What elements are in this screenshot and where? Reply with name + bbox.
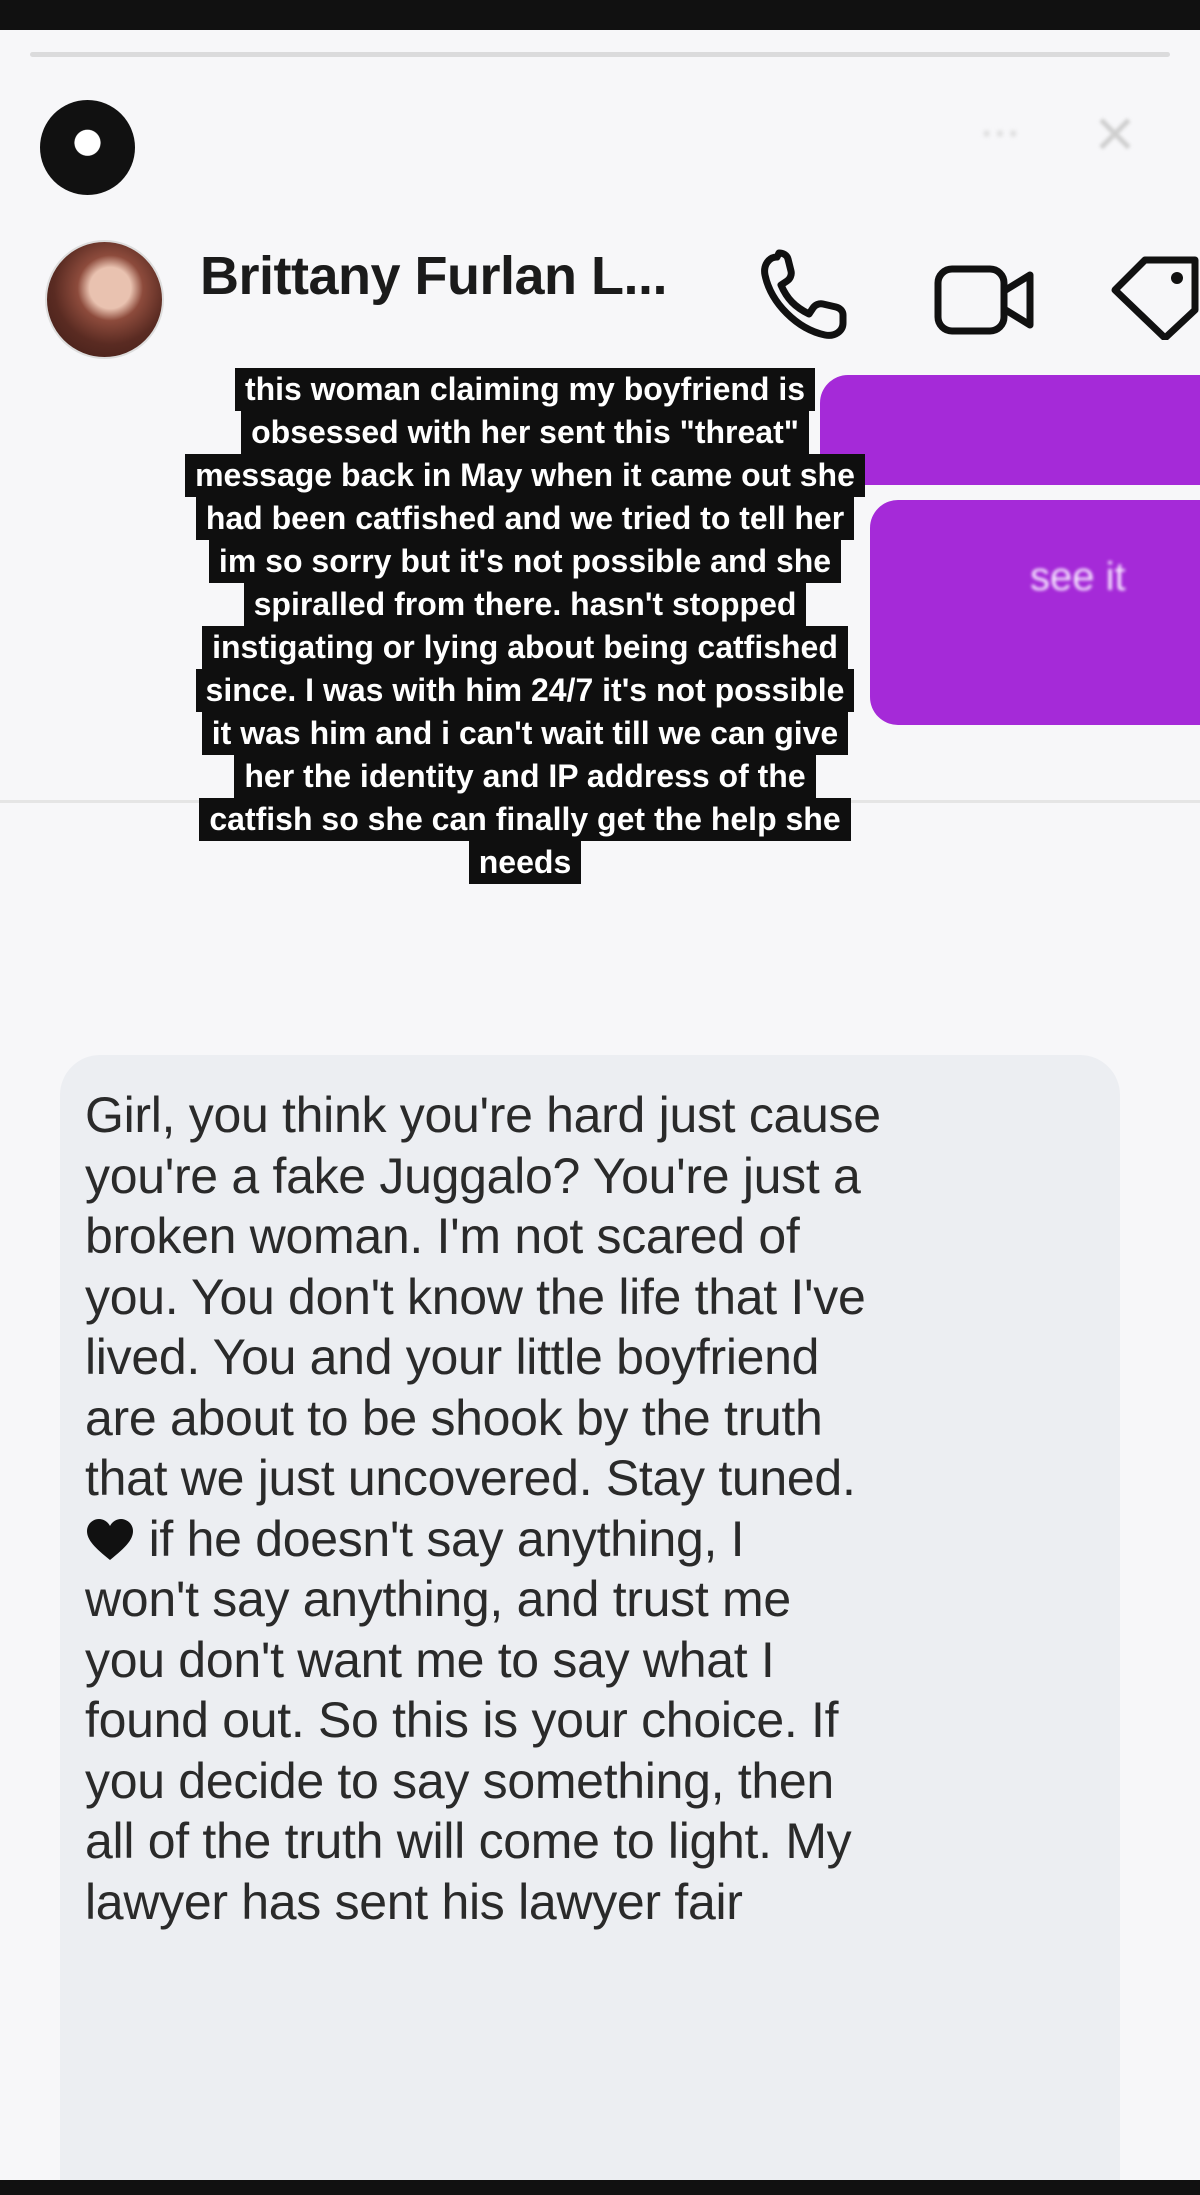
story-caption: this woman claiming my boyfriend is obse… (45, 368, 1005, 884)
caption-line: her the identity and IP address of the (234, 755, 816, 798)
caption-line: catfish so she can finally get the help … (199, 798, 851, 841)
received-message-text: Girl, you think you're hard just cause y… (85, 1085, 1085, 1932)
caption-line: since. I was with him 24/7 it's not poss… (195, 669, 855, 712)
caption-line: im so sorry but it's not possible and sh… (208, 540, 842, 583)
message-line: all of the truth will come to light. My (85, 1813, 852, 1869)
message-line-with-heart: if he doesn't say anything, I (85, 1509, 1085, 1570)
message-line: are about to be shook by the truth (85, 1389, 823, 1446)
message-line: Girl, you think you're hard just cause (85, 1087, 881, 1143)
bottom-bar (0, 2180, 1200, 2195)
faded-text (330, 935, 590, 975)
story-screen: ⋯ × Brittany Furlan L... see it Girl, yo… (0, 0, 1200, 2195)
story-username[interactable] (160, 122, 640, 162)
message-line: lawyer has sent his lawyer fair (85, 1873, 743, 1930)
story-avatar[interactable] (40, 100, 135, 195)
caption-line: had been catfished and we tried to tell … (195, 497, 855, 540)
black-heart-icon (87, 1518, 133, 1560)
message-line: that we just uncovered. Stay tuned. (85, 1450, 856, 1506)
caption-line: needs (468, 841, 582, 884)
caption-line: it was him and i can't wait till we can … (201, 712, 849, 755)
close-icon[interactable]: × (1080, 98, 1150, 168)
story-timestamp (760, 122, 880, 162)
phone-icon[interactable] (755, 245, 855, 345)
caption-line: message back in May when it came out she (185, 454, 865, 497)
tag-icon[interactable] (1105, 250, 1200, 340)
message-line: you're a fake Juggalo? You're just a (85, 1147, 861, 1204)
caption-line: obsessed with her sent this "threat" (241, 411, 809, 454)
top-bar (0, 0, 1200, 30)
story-progress-bar (30, 52, 1170, 57)
message-line: you don't want me to say what I (85, 1631, 775, 1688)
dm-contact-name[interactable]: Brittany Furlan L... (200, 245, 720, 306)
message-line: broken woman. I'm not scared of (85, 1208, 800, 1264)
message-line: found out. So this is your choice. If (85, 1692, 839, 1748)
dm-avatar[interactable] (45, 240, 164, 359)
caption-line: spiralled from there. hasn't stopped (243, 583, 807, 626)
message-line: you. You don't know the life that I've (85, 1268, 866, 1325)
video-camera-icon[interactable] (930, 255, 1040, 345)
message-line: won't say anything, and trust me (85, 1571, 791, 1627)
caption-line: this woman claiming my boyfriend is (234, 368, 816, 411)
sent-message-text-2: see it (1030, 555, 1126, 599)
message-line: lived. You and your little boyfriend (85, 1329, 820, 1385)
dm-contact-handle (200, 318, 500, 358)
more-icon[interactable]: ⋯ (975, 110, 1025, 160)
message-line-text: if he doesn't say anything, I (135, 1510, 745, 1567)
message-line: you decide to say something, then (85, 1752, 834, 1809)
caption-line: instigating or lying about being catfish… (202, 626, 848, 669)
